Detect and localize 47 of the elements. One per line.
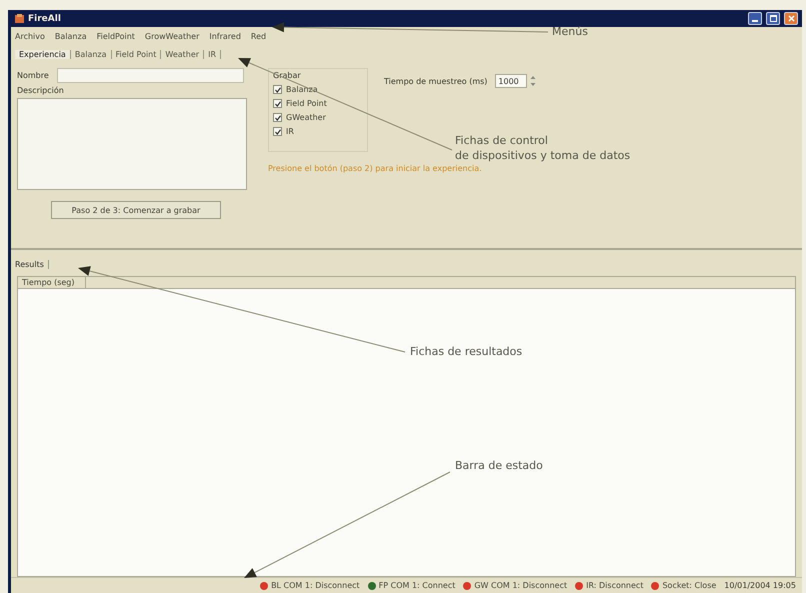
column-header[interactable]: Tiempo (seg) — [18, 277, 86, 288]
status-text: Socket: Close — [662, 581, 716, 590]
checkbox[interactable]: IR — [273, 127, 363, 136]
menu-item[interactable]: Archivo — [15, 32, 45, 40]
menu-item[interactable]: Balanza — [54, 32, 87, 40]
status-text: FP COM 1: Connect — [378, 581, 456, 590]
field-label: Nombre — [17, 71, 49, 80]
close-button[interactable] — [784, 12, 798, 25]
checkbox[interactable]: GWeather — [273, 113, 363, 122]
menu-item[interactable]: Red — [250, 32, 266, 40]
minimize-button[interactable] — [748, 12, 762, 25]
annotation-label: Fichas de control de dispositivos y toma de datos — [455, 133, 630, 163]
tab[interactable]: IR — [204, 50, 221, 59]
tab[interactable]: Weather — [161, 50, 204, 59]
checkmark-icon — [274, 100, 280, 106]
window-title: FireAll — [28, 14, 61, 24]
checkmark-icon — [274, 128, 280, 134]
menu-item[interactable]: Infrared — [209, 32, 241, 40]
tab[interactable]: Results — [15, 260, 49, 269]
field-label: Descripción — [17, 86, 65, 95]
start-recording-button[interactable]: Paso 2 de 3: Comenzar a grabar — [51, 201, 221, 219]
tab[interactable]: Experiencia — [15, 50, 71, 59]
tab[interactable]: Balanza — [70, 50, 112, 59]
annotation-label: Barra de estado — [455, 458, 543, 473]
annotation-label: Fichas de resultados — [410, 344, 522, 359]
group-title: Grabar — [273, 71, 302, 80]
name-field[interactable] — [56, 68, 244, 83]
maximize-icon — [770, 15, 776, 22]
tab[interactable]: Field Point — [112, 50, 162, 59]
spinner-arrows-icon[interactable] — [529, 74, 538, 88]
menu-item[interactable]: FieldPoint — [96, 32, 135, 40]
checkmark-icon — [274, 114, 280, 120]
status-text: BL COM 1: Disconnect — [271, 581, 360, 590]
annotation-label: Menús — [552, 24, 588, 39]
status-time: 10/01/2004 19:05 — [724, 581, 796, 590]
hint-text: Presione el botón (paso 2) para iniciar la experiencia. — [268, 164, 483, 173]
close-icon — [788, 15, 794, 22]
checkmark-icon — [274, 86, 280, 92]
field-label: Tiempo de muestreo (ms) — [384, 76, 488, 86]
app-icon — [15, 14, 24, 23]
status-text: IR: Disconnect — [586, 581, 644, 590]
checkbox[interactable]: Field Point — [273, 99, 363, 108]
menu-item[interactable]: GrowWeather — [144, 32, 200, 40]
sample-time-field[interactable]: 1000 — [495, 74, 528, 88]
maximize-button[interactable] — [766, 12, 780, 25]
status-text: GW COM 1: Disconnect — [474, 581, 568, 590]
description-field[interactable] — [17, 98, 247, 190]
